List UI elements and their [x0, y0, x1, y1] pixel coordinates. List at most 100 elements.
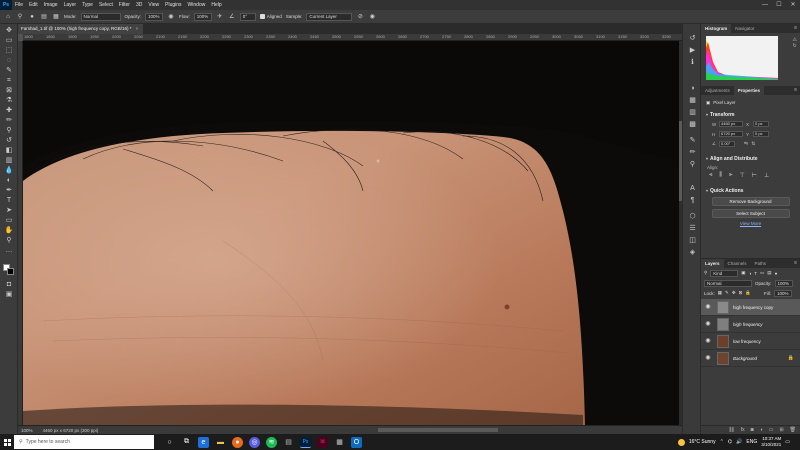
layer-row[interactable]: ◉ Background 🔒: [701, 350, 800, 367]
store-icon[interactable]: ▤: [283, 437, 294, 448]
start-button[interactable]: [0, 434, 14, 450]
layer-opacity-field[interactable]: 100%: [774, 279, 793, 287]
filter-type-icon[interactable]: T: [754, 271, 757, 276]
layer-name[interactable]: low frequency: [733, 339, 761, 344]
type-tool-icon[interactable]: T: [4, 196, 14, 205]
align-section[interactable]: ▾ Align and Distribute: [706, 155, 795, 162]
menu-window[interactable]: Window: [185, 0, 209, 10]
zoom-tool-icon[interactable]: ⚲: [4, 236, 14, 245]
spotify-icon[interactable]: ≋: [266, 436, 277, 448]
tray-chevron-icon[interactable]: ⌃: [720, 439, 724, 445]
more-tools-icon[interactable]: …: [4, 246, 14, 255]
pressure-opacity-icon[interactable]: ◉: [167, 13, 175, 21]
network-icon[interactable]: ⌬: [728, 439, 732, 445]
gradient-tool-icon[interactable]: ▥: [4, 156, 14, 165]
lock-position-icon[interactable]: ✥: [732, 290, 736, 296]
patterns-icon[interactable]: ▩: [688, 120, 697, 129]
frame-tool-icon[interactable]: ⊠: [4, 86, 14, 95]
width-field[interactable]: 4460 px: [719, 121, 743, 127]
clone-stamp-tool-icon[interactable]: ⚲: [4, 126, 14, 135]
link-layers-icon[interactable]: ⛓: [728, 427, 734, 433]
menu-select[interactable]: Select: [96, 0, 116, 10]
ignore-adjustment-icon[interactable]: ⊘: [356, 13, 364, 21]
healing-brush-tool-icon[interactable]: ✚: [4, 106, 14, 115]
minimize-button[interactable]: —: [758, 0, 772, 10]
artboard-tool-icon[interactable]: ▭: [4, 36, 14, 45]
eraser-tool-icon[interactable]: ◧: [4, 146, 14, 155]
layer-row[interactable]: ◉ high frequency copy: [701, 299, 800, 316]
dodge-tool-icon[interactable]: ◐: [4, 176, 14, 185]
quick-mask-icon[interactable]: ◘: [4, 280, 14, 289]
angle-field[interactable]: 0.00°: [719, 141, 735, 147]
new-group-icon[interactable]: ▭: [769, 427, 774, 433]
menu-type[interactable]: Type: [79, 0, 96, 10]
layers-menu-icon[interactable]: ≡: [794, 259, 797, 268]
layer-filter-select[interactable]: Kind: [710, 269, 739, 277]
visibility-eye-icon[interactable]: ◉: [704, 337, 712, 345]
color-icon[interactable]: ◑: [688, 84, 697, 93]
select-subject-button[interactable]: Select Subject: [711, 209, 790, 218]
maximize-button[interactable]: ☐: [772, 0, 786, 10]
menu-file[interactable]: File: [12, 0, 26, 10]
rectangle-tool-icon[interactable]: ▭: [4, 216, 14, 225]
new-layer-icon[interactable]: ⊞: [779, 427, 783, 433]
background-color-swatch[interactable]: [7, 268, 14, 275]
filter-shape-icon[interactable]: ▭: [760, 270, 764, 276]
blur-tool-icon[interactable]: 💧: [4, 166, 14, 175]
x-field[interactable]: 0 px: [753, 121, 769, 127]
indesign-icon[interactable]: Id: [317, 436, 328, 448]
filter-pixel-icon[interactable]: ▣: [741, 270, 745, 276]
zoom-level[interactable]: 100%: [21, 428, 33, 433]
history-brush-tool-icon[interactable]: ↺: [4, 136, 14, 145]
visibility-eye-icon[interactable]: ◉: [704, 320, 712, 328]
clone-stamp-tool-icon[interactable]: ⚲: [16, 13, 24, 21]
menu-layer[interactable]: Layer: [61, 0, 80, 10]
menu-plugins[interactable]: Plugins: [162, 0, 184, 10]
menu-image[interactable]: Image: [41, 0, 61, 10]
eyedropper-tool-icon[interactable]: ⚗: [4, 96, 14, 105]
path-select-tool-icon[interactable]: ➤: [4, 206, 14, 215]
mode-select[interactable]: Normal: [80, 12, 121, 21]
lasso-tool-icon[interactable]: ◌: [4, 56, 14, 65]
sample-select[interactable]: Current Layer: [306, 12, 353, 21]
brushes-icon[interactable]: ✏: [688, 148, 697, 157]
calendar-icon[interactable]: ▦: [334, 437, 345, 448]
quick-select-tool-icon[interactable]: ✎: [4, 66, 14, 75]
volume-icon[interactable]: 🔊: [736, 439, 742, 445]
tab-paths[interactable]: Paths: [751, 259, 771, 268]
move-tool-icon[interactable]: ✥: [4, 26, 14, 35]
hand-tool-icon[interactable]: ✋: [4, 226, 14, 235]
document-canvas[interactable]: [23, 41, 679, 425]
layer-style-icon[interactable]: fx: [741, 427, 745, 433]
histogram-refresh-icon[interactable]: ⚠ ↻: [793, 37, 797, 49]
visibility-eye-icon[interactable]: ◉: [704, 303, 712, 311]
chrome-icon[interactable]: ◎: [249, 436, 260, 448]
photoshop-taskbar-icon[interactable]: Ps: [300, 436, 311, 448]
clone-source-icon[interactable]: ⚲: [688, 160, 697, 169]
align-right-icon[interactable]: ⫸: [729, 172, 732, 179]
task-view-icon[interactable]: ⧉: [181, 437, 192, 448]
brush-preset-icon[interactable]: ●: [28, 13, 36, 21]
filter-smart-icon[interactable]: ▤: [767, 270, 771, 276]
layer-row[interactable]: ◉ low frequency: [701, 333, 800, 350]
pressure-size-icon[interactable]: ◉: [368, 13, 376, 21]
outlook-icon[interactable]: O: [351, 436, 362, 448]
align-bottom-icon[interactable]: ⊥: [764, 172, 769, 179]
styles-icon[interactable]: ◈: [688, 248, 697, 257]
clock[interactable]: 10:37 AM 3/10/2021: [761, 436, 781, 448]
layer-name[interactable]: high frequency copy: [733, 305, 773, 310]
weather-text[interactable]: 16°C Sunny: [689, 439, 716, 445]
new-adjustment-icon[interactable]: ◑: [760, 427, 763, 433]
y-field[interactable]: 0 px: [753, 131, 769, 137]
add-mask-icon[interactable]: ◙: [751, 427, 754, 433]
character-icon[interactable]: A: [688, 184, 697, 193]
swatches-icon[interactable]: ▦: [688, 96, 697, 105]
layer-name[interactable]: high frequency: [733, 322, 763, 327]
lock-paint-icon[interactable]: ✎: [725, 290, 729, 296]
panel-menu-icon[interactable]: ≡: [794, 24, 797, 33]
crop-tool-icon[interactable]: ⌗: [4, 76, 14, 85]
gradients-icon[interactable]: ▥: [688, 108, 697, 117]
3d-icon[interactable]: ⬡: [688, 212, 697, 221]
actions-icon[interactable]: ▶: [688, 46, 697, 55]
brush-settings-icon[interactable]: ✎: [688, 136, 697, 145]
